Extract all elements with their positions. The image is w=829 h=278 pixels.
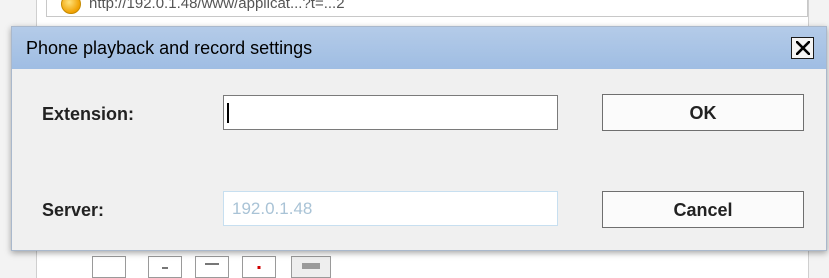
background-toolbar-button[interactable] — [291, 256, 331, 278]
browser-favicon-icon — [61, 0, 81, 14]
toolbar-mark-icon — [162, 267, 168, 269]
text-cursor — [227, 103, 229, 123]
browser-address-bar[interactable]: http://192.0.1.48/www/applicat...?t=...2 — [46, 0, 808, 17]
toolbar-record-icon — [257, 266, 261, 269]
settings-dialog: Phone playback and record settings Exten… — [11, 26, 827, 251]
dialog-titlebar[interactable]: Phone playback and record settings — [12, 27, 826, 69]
ok-button[interactable]: OK — [602, 94, 804, 131]
close-button[interactable] — [791, 37, 814, 59]
background-toolbar-button[interactable] — [242, 256, 276, 278]
server-label: Server: — [42, 200, 105, 220]
browser-url-text: http://192.0.1.48/www/applicat...?t=...2 — [89, 0, 345, 12]
background-toolbar-button[interactable] — [92, 256, 126, 278]
close-icon — [796, 41, 810, 55]
cancel-button[interactable]: Cancel — [602, 191, 804, 228]
toolbar-mark-icon — [205, 263, 219, 265]
extension-input[interactable] — [223, 95, 558, 130]
background-toolbar-button[interactable] — [148, 256, 182, 278]
toolbar-keyboard-icon — [302, 263, 320, 269]
server-input[interactable] — [223, 191, 558, 226]
background-toolbar-button[interactable] — [195, 256, 229, 278]
extension-label: Extension: — [42, 104, 135, 124]
dialog-title: Phone playback and record settings — [26, 38, 313, 58]
